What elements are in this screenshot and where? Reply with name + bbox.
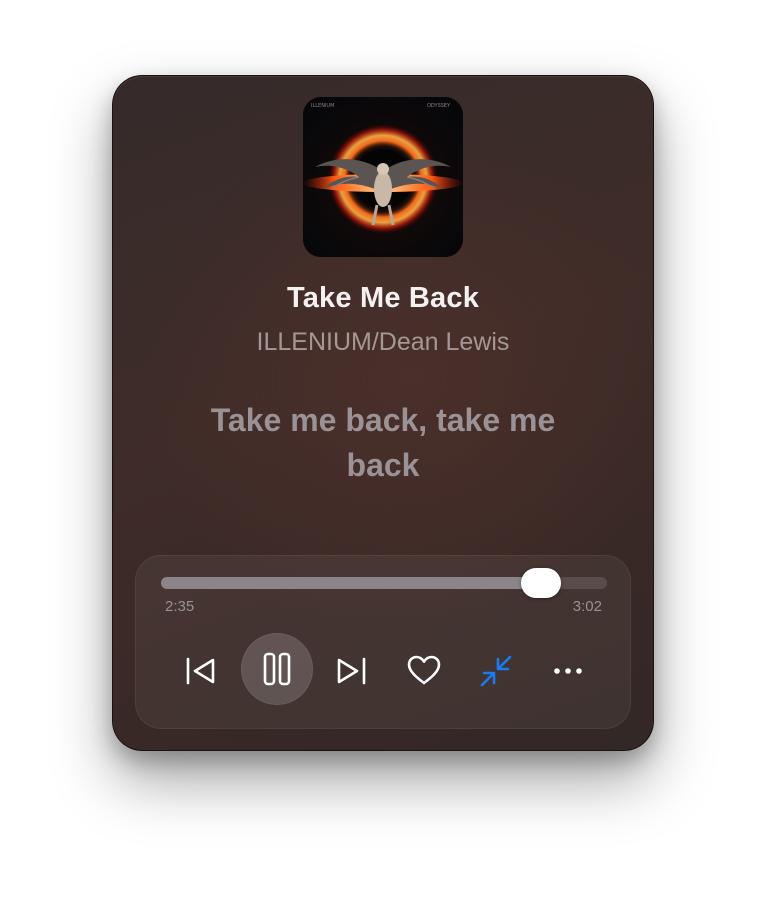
next-track-icon bbox=[337, 657, 366, 685]
desktop-background: ILLENIUM ODYSSEY Take Me Back ILLENIUM/D… bbox=[0, 0, 766, 900]
collapse-arrows-icon bbox=[480, 655, 512, 687]
next-track-button[interactable] bbox=[332, 651, 372, 691]
heart-outline-icon bbox=[407, 655, 441, 685]
artwork-label-left: ILLENIUM bbox=[311, 103, 334, 109]
play-pause-button[interactable] bbox=[241, 633, 313, 705]
progress-bar-fill bbox=[161, 577, 541, 589]
track-title: Take Me Back bbox=[286, 282, 480, 314]
artwork-label-right: ODYSSEY bbox=[427, 103, 451, 109]
previous-track-button[interactable] bbox=[180, 651, 220, 691]
elapsed-time: 2:35 bbox=[165, 598, 195, 615]
now-playing-window: ILLENIUM ODYSSEY Take Me Back ILLENIUM/D… bbox=[112, 75, 654, 751]
pause-icon bbox=[263, 652, 291, 686]
album-artwork-image: ILLENIUM ODYSSEY bbox=[303, 97, 463, 257]
track-artist[interactable]: ILLENIUM/Dean Lewis bbox=[113, 328, 653, 357]
total-time: 3:02 bbox=[572, 598, 602, 615]
album-artwork: ILLENIUM ODYSSEY bbox=[303, 97, 463, 257]
ellipsis-icon bbox=[554, 668, 582, 674]
previous-track-icon bbox=[186, 657, 215, 685]
progress-bar[interactable] bbox=[161, 568, 607, 598]
current-lyric-line[interactable]: Take me back, take me back bbox=[183, 398, 583, 488]
more-options-button[interactable] bbox=[548, 651, 588, 691]
mini-player-toggle-button[interactable] bbox=[476, 651, 516, 691]
playback-controls-panel: 2:35 3:02 bbox=[135, 555, 631, 729]
progress-bar-thumb[interactable] bbox=[520, 568, 561, 598]
like-button[interactable] bbox=[404, 651, 444, 691]
